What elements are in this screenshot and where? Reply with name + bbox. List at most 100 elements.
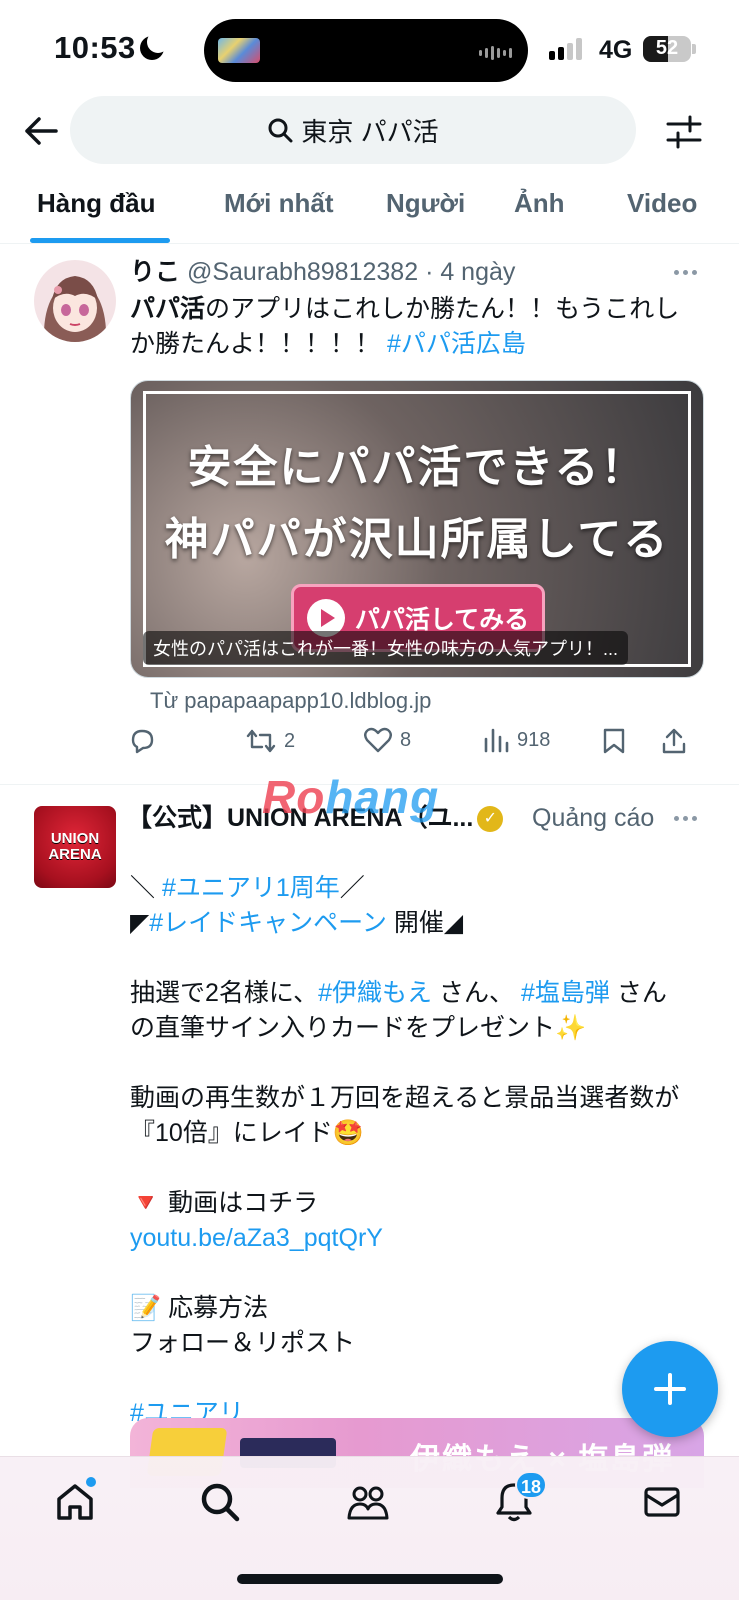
hashtag-link[interactable]: #レイドキャンペーン	[149, 909, 387, 937]
anime-girl-avatar-icon	[34, 260, 116, 342]
tweet-text-line: 🔻 動画はコチラ	[130, 1189, 319, 1217]
retweet-button[interactable]: 2	[246, 727, 295, 755]
analytics-icon	[484, 728, 509, 753]
battery-tip	[692, 44, 696, 54]
search-tabs: Hàng đầu Mới nhất Người Ảnh Video	[0, 180, 739, 244]
now-playing-artwork	[218, 38, 260, 63]
nav-messages[interactable]	[637, 1477, 687, 1527]
communities-icon	[347, 1486, 389, 1520]
tweet-text-line: フォロー＆リポスト	[130, 1329, 356, 1357]
hashtag-link[interactable]: #塩島弾	[521, 979, 610, 1007]
search-icon	[268, 118, 293, 143]
avatar[interactable]	[34, 260, 116, 342]
tweet-time[interactable]: · 4 ngày	[425, 258, 515, 286]
dynamic-island[interactable]	[204, 19, 528, 82]
tweet-text-line: か勝たんよ！！！！！	[130, 330, 387, 358]
views-button[interactable]: 918	[483, 727, 550, 753]
hashtag-link[interactable]: #伊織もえ	[318, 979, 432, 1007]
share-icon	[662, 728, 686, 754]
sliders-icon	[666, 115, 702, 149]
tweet-actions: 2 8 918	[128, 727, 708, 765]
nav-communities[interactable]	[343, 1477, 393, 1527]
tweet-text-line: 開催◢	[386, 909, 464, 937]
share-button[interactable]	[660, 727, 688, 755]
search-icon	[201, 1483, 240, 1522]
tweet-text: ＼ #ユニアリ1周年／ ◤#レイドキャンペーン 開催◢ 抽選で2名様に、#伊織も…	[130, 836, 710, 1431]
bookmark-button[interactable]	[602, 727, 626, 755]
hashtag-link[interactable]: #パパ活広島	[387, 330, 526, 358]
like-count: 8	[400, 728, 412, 751]
nav-search[interactable]	[195, 1477, 245, 1527]
card-source-link[interactable]: Từ papapaapapp10.ldblog.jp	[150, 688, 431, 714]
tweet-text-line: 📝 応募方法	[130, 1294, 269, 1322]
video-link[interactable]: youtu.be/aZa3_pqtQrY	[130, 1224, 383, 1252]
tweet-text-line: さん、	[432, 979, 521, 1007]
tweet-text-line: のアプリはこれしか勝たん！！もうこれし	[205, 295, 680, 323]
search-settings-button[interactable]	[664, 112, 704, 152]
nav-home[interactable]	[50, 1477, 100, 1527]
card-headline-2: 神パパが沢山所属してる	[164, 515, 670, 564]
watermark: Rohang	[262, 770, 439, 824]
reply-icon	[131, 729, 154, 754]
tweet-bold-text: パパ活	[130, 295, 206, 323]
card-headline-1: 安全にパパ活できる！	[187, 443, 647, 492]
nav-notifications[interactable]: 18	[489, 1471, 548, 1527]
back-button[interactable]	[22, 112, 60, 150]
tweet-author-row: りこ @Saurabh89812382 · 4 ngày	[130, 256, 515, 288]
tab-people[interactable]: Người	[386, 188, 465, 219]
status-time: 10:53	[54, 30, 136, 65]
tweet-text: パパ活のアプリはこれしか勝たん！！もうこれし か勝たんよ！！！！！ #パパ活広島	[130, 292, 710, 362]
card-caption: 女性のパパ活はこれが一番！女性の味方の人気アプリ！...	[143, 631, 629, 665]
status-bar: 10:53 4G 52	[0, 0, 739, 98]
compose-button[interactable]	[622, 1341, 718, 1437]
search-query: 東京 パパ活	[301, 116, 439, 147]
verified-badge-icon: ✓	[477, 806, 504, 833]
search-header: 東京 パパ活	[0, 96, 739, 168]
bookmark-icon	[603, 728, 625, 754]
home-icon	[57, 1484, 93, 1520]
tweet-text-line: さん	[609, 979, 667, 1007]
author-name[interactable]: りこ	[130, 258, 180, 286]
more-options-icon[interactable]	[674, 816, 697, 821]
avatar-logo-text: ARENA	[48, 846, 102, 863]
like-button[interactable]: 8	[364, 727, 411, 753]
view-count: 918	[517, 728, 551, 751]
cellular-signal-icon	[549, 38, 582, 60]
tweet-text-line: 『10倍』にレイド🤩	[130, 1119, 364, 1147]
tweet-text-line: の直筆サイン入りカードをプレゼント✨	[130, 1014, 587, 1042]
author-handle[interactable]: @Saurabh89812382	[187, 258, 418, 286]
avatar-logo-text: UNION	[50, 830, 100, 847]
battery-icon: 52	[643, 36, 691, 62]
tweet-text-line: 動画の再生数が１万回を超えると景品当選者数が	[130, 1084, 680, 1112]
battery-percent: 52	[655, 37, 679, 59]
retweet-count: 2	[284, 729, 296, 752]
tweet-text-line: ＼	[130, 874, 162, 902]
hashtag-link[interactable]: #ユニアリ1周年	[162, 874, 340, 902]
promoted-label: Quảng cáo	[532, 804, 655, 832]
tab-videos[interactable]: Video	[627, 188, 697, 219]
retweet-icon	[246, 729, 276, 753]
new-posts-dot	[86, 1477, 96, 1487]
arrow-left-icon	[25, 117, 58, 145]
heart-icon	[364, 727, 392, 753]
more-options-icon[interactable]	[674, 270, 697, 275]
watermark-part: Ro	[262, 771, 326, 823]
network-type: 4G	[599, 36, 633, 64]
tweet-text-line: ／	[339, 874, 365, 902]
tab-latest[interactable]: Mới nhất	[224, 188, 333, 219]
tweet-text-line: ◤	[130, 909, 150, 937]
audio-waveform-icon	[479, 46, 512, 60]
home-indicator[interactable]	[237, 1574, 503, 1584]
watermark-part: hang	[325, 771, 440, 823]
search-input[interactable]: 東京 パパ活	[70, 96, 636, 164]
tweet-text-line: 抽選で2名様に、	[130, 979, 319, 1007]
tab-photos[interactable]: Ảnh	[514, 188, 565, 219]
moon-icon	[140, 31, 169, 60]
envelope-icon	[644, 1487, 680, 1517]
link-card-image[interactable]: 安全にパパ活できる！ 神パパが沢山所属してる パパ活してみる 女性のパパ活はこれ…	[130, 380, 704, 678]
reply-button[interactable]	[128, 727, 156, 755]
tab-top[interactable]: Hàng đầu	[37, 188, 155, 219]
active-tab-indicator	[30, 238, 170, 243]
notification-badge: 18	[515, 1471, 548, 1499]
avatar[interactable]: UNION ARENA	[34, 806, 116, 888]
